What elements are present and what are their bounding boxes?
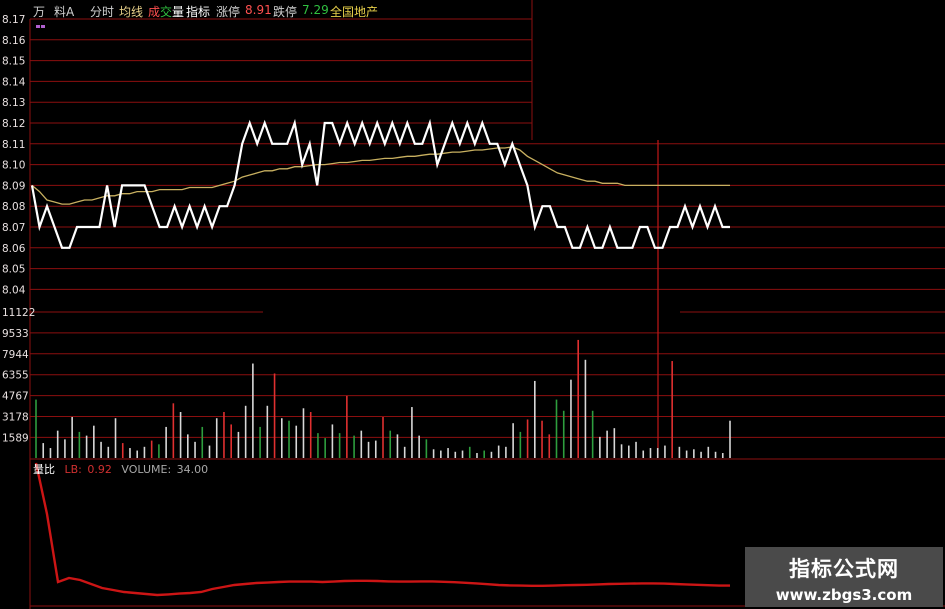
marker-dot [36, 25, 40, 28]
price-tick-label: 8.16 [2, 35, 26, 47]
volume-tick-label: 7944 [2, 349, 29, 361]
price-tick-label: 8.13 [2, 97, 25, 109]
lb-ratio-line [34, 462, 730, 597]
indicator-name[interactable]: 量比 [33, 463, 55, 476]
limit-up-label: 涨停 [216, 5, 241, 19]
limit-up-value: 8.91 [245, 3, 272, 17]
price-tick-label: 8.05 [2, 264, 25, 276]
volume-tick-label: 4767 [2, 391, 29, 403]
limit-down-label: 跌停 [273, 5, 298, 19]
lb-value: 0.92 [87, 463, 112, 476]
toolbar-liang[interactable]: 量 [172, 3, 184, 20]
price-tick-label: 8.08 [2, 201, 25, 213]
volume-tick-label: 9533 [2, 328, 29, 340]
volume-bars [35, 339, 731, 458]
grid-lines [29, 0, 945, 609]
sector-name[interactable]: 全国地产 [330, 3, 378, 20]
price-tick-label: 8.04 [2, 284, 26, 296]
intraday-chart[interactable]: 8.178.168.158.148.138.128.118.108.098.08… [0, 0, 945, 609]
watermark-title: 指标公式网 [789, 557, 899, 581]
price-tick-label: 8.15 [2, 56, 25, 68]
toolbar-liao[interactable]: 料A [54, 3, 74, 20]
toolbar-jiao[interactable]: 交 [160, 3, 172, 20]
watermark-url: www.zbgs3.com [775, 586, 913, 604]
average-price-line [31, 146, 730, 205]
volume-value: 34.00 [176, 463, 209, 476]
price-tick-label: 8.07 [2, 222, 25, 234]
price-tick-label: 8.14 [2, 76, 26, 88]
price-tick-label: 8.10 [2, 160, 25, 172]
price-tick-label: 8.06 [2, 243, 26, 255]
volume-tick-label: 3178 [2, 412, 29, 424]
toolbar: 万 料A 分时 均线 成 交 量 指标 涨停 8.91 跌停 7.29 全国地产 [0, 0, 540, 20]
price-tick-label: 8.09 [2, 180, 25, 192]
toolbar-junxian[interactable]: 均线 [119, 3, 143, 20]
watermark-badge: 指标公式网 www.zbgs3.com [745, 547, 943, 607]
toolbar-fenshi[interactable]: 分时 [90, 3, 114, 20]
marker-dot [41, 25, 45, 28]
toolbar-wan[interactable]: 万 [33, 3, 45, 20]
indicator-header: 量比 LB: 0.92 VOLUME: 34.00 [33, 461, 208, 477]
price-tick-label: 8.12 [2, 118, 25, 130]
lb-label: LB: [64, 463, 82, 476]
price-tick-label: 8.11 [2, 139, 25, 151]
volume-tick-label: 1589 [2, 432, 29, 444]
toolbar-cheng[interactable]: 成 [148, 3, 160, 20]
volume-label: VOLUME: [121, 463, 172, 476]
toolbar-zhibiao[interactable]: 指标 [186, 3, 210, 20]
volume-tick-label: 11122 [2, 307, 35, 319]
limit-down-value: 7.29 [302, 3, 329, 17]
volume-tick-label: 6355 [2, 370, 29, 382]
lb-ratio-polyline [34, 462, 730, 597]
